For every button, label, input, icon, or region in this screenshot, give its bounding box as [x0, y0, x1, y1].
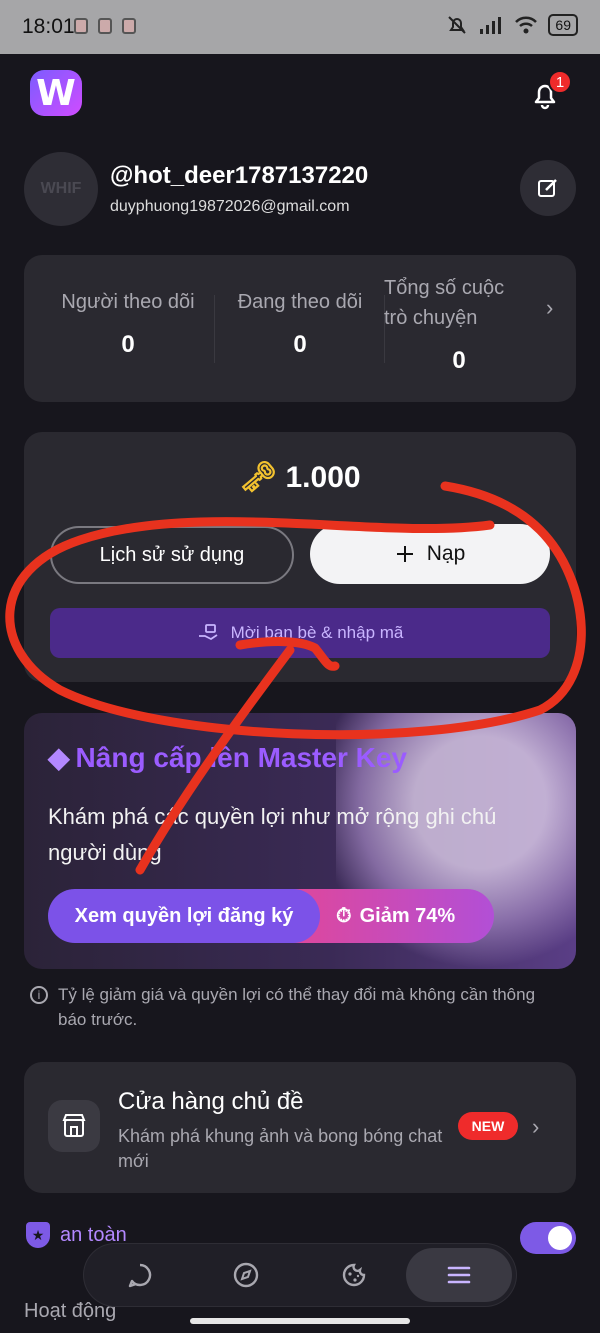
- discount-label: Giảm 74%: [359, 904, 456, 927]
- followers-value: 0: [121, 331, 135, 358]
- following-stat[interactable]: Đang theo dõi 0: [220, 287, 380, 434]
- chats-label-line1: Tổng số cuộc: [384, 277, 505, 299]
- premium-upgrade-card[interactable]: ◆ Nâng cấp lên Master Key Khám phá các qu…: [24, 713, 576, 969]
- chats-label-line2: trò chuyện: [384, 307, 478, 329]
- edit-icon: [538, 179, 557, 197]
- disclaimer-notice: i Tỷ lệ giảm giá và quyền lợi có thể tha…: [30, 982, 550, 1032]
- theme-shop-subtitle: Khám phá khung ảnh và bong bóng chat mới: [118, 1126, 443, 1171]
- usage-history-label: Lịch sử sử dụng: [99, 543, 245, 566]
- following-value: 0: [293, 331, 307, 358]
- premium-description: Khám phá các quyền lợi như mở rộng ghi c…: [48, 804, 497, 865]
- view-benefits-label: Xem quyền lợi đăng ký: [74, 904, 294, 927]
- store-icon: [48, 1100, 100, 1152]
- avatar[interactable]: WHIF: [24, 152, 98, 226]
- status-app-icons: [74, 18, 136, 34]
- disclaimer-text: Tỷ lệ giảm giá và quyền lợi có thể thay …: [58, 985, 536, 1029]
- balance-value: 1.000: [285, 461, 361, 494]
- battery-indicator: 69: [548, 14, 578, 36]
- chats-stat[interactable]: Tổng số cuộc trò chuyện 0: [384, 273, 534, 420]
- wifi-icon: [515, 16, 538, 34]
- status-indicators: 69: [446, 14, 578, 36]
- premium-title-text: Nâng cấp lên Master Key: [75, 742, 407, 773]
- invite-friends-button[interactable]: Mời bạn bè & nhập mã: [50, 608, 550, 658]
- following-label: Đang theo dõi: [237, 291, 363, 313]
- info-icon: i: [30, 986, 48, 1004]
- app-header: W 1: [0, 54, 600, 144]
- wallet-card: 🗝 1.000 Lịch sử sử dụng Nạp Mời bạn bè & …: [24, 432, 576, 682]
- home-indicator[interactable]: [190, 1318, 410, 1324]
- menu-icon[interactable]: [435, 1251, 483, 1299]
- explore-icon[interactable]: [222, 1251, 270, 1299]
- chat-icon[interactable]: [116, 1251, 164, 1299]
- followers-stat[interactable]: Người theo dõi 0: [48, 287, 208, 434]
- divider: [214, 295, 215, 363]
- gift-hand-icon: [198, 624, 218, 641]
- edit-profile-button[interactable]: [520, 160, 576, 216]
- shield-icon: ★: [26, 1222, 50, 1248]
- mute-icon: [448, 16, 467, 34]
- theme-shop-title: Cửa hàng chủ đề: [118, 1088, 304, 1115]
- username: @hot_deer1787137220: [110, 162, 369, 189]
- safety-toggle[interactable]: [520, 1222, 576, 1254]
- app-logo: W: [30, 70, 82, 116]
- chats-value: 0: [452, 347, 466, 374]
- stats-card[interactable]: Người theo dõi 0 Đang theo dõi 0 Tổng số…: [24, 255, 576, 402]
- signal-icon: [480, 17, 502, 34]
- notification-badge: 1: [548, 70, 572, 94]
- key-icon: 🗝: [239, 461, 278, 494]
- bottom-navigation: [84, 1244, 516, 1306]
- view-benefits-button[interactable]: Xem quyền lợi đăng ký: [48, 889, 320, 943]
- theme-shop-card[interactable]: Cửa hàng chủ đề Khám phá khung ảnh và bo…: [24, 1062, 576, 1193]
- app-notification-icon: [98, 18, 112, 34]
- key-balance: 🗝 1.000: [24, 460, 576, 495]
- usage-history-button[interactable]: Lịch sử sử dụng: [50, 526, 294, 584]
- diamond-icon: ◆: [48, 742, 70, 773]
- app-notification-icon: [122, 18, 136, 34]
- profile-header: WHIF @hot_deer1787137220 duyphuong198720…: [24, 152, 576, 226]
- status-bar: 18:01 69: [0, 0, 600, 54]
- plus-icon: [396, 546, 413, 562]
- invite-friends-label: Mời bạn bè & nhập mã: [230, 623, 404, 642]
- chevron-right-icon: ›: [532, 1114, 540, 1139]
- cookie-icon[interactable]: [330, 1251, 378, 1299]
- followers-label: Người theo dõi: [61, 291, 195, 313]
- new-badge: NEW: [458, 1112, 518, 1140]
- user-email: duyphuong19872026@gmail.com: [110, 198, 350, 215]
- top-up-label: Nạp: [426, 542, 466, 565]
- timer-icon: ⏱: [336, 904, 352, 927]
- top-up-button[interactable]: Nạp: [310, 524, 550, 584]
- status-time: 18:01: [22, 15, 75, 38]
- premium-title: ◆ Nâng cấp lên Master Key: [48, 741, 407, 774]
- chevron-right-icon[interactable]: ›: [546, 295, 553, 321]
- toggle-knob: [548, 1226, 572, 1250]
- app-notification-icon: [74, 18, 88, 34]
